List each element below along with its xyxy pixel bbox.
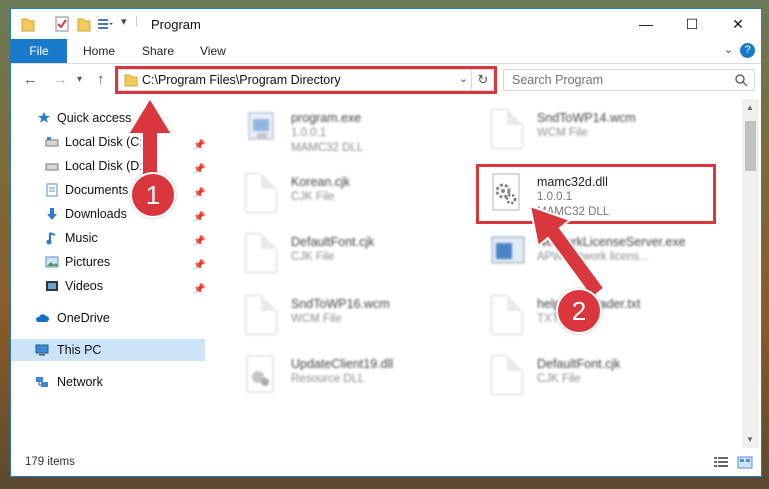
close-button[interactable]: ✕ [715,9,761,39]
scrollbar-thumb[interactable] [745,121,756,171]
sidebar-item-network[interactable]: Network [11,371,205,393]
tab-home[interactable]: Home [83,39,115,63]
properties-icon[interactable] [55,16,69,32]
step-badge-2: 2 [556,288,602,334]
minimize-button[interactable]: — [623,9,669,39]
explorer-window: ▾ | Program — ☐ ✕ File Home Share View ⌄… [10,8,762,477]
sidebar-item-videos[interactable]: Videos 📌 [11,275,205,297]
search-input[interactable] [512,72,722,88]
exe-file-icon [248,112,274,140]
recent-locations-icon[interactable]: ▾ [77,74,82,85]
sidebar-item-onedrive[interactable]: OneDrive [11,307,205,329]
list-item[interactable]: SndToWP14.wcm WCM File [473,105,708,161]
item-count: 179 items [25,456,75,468]
download-icon [47,208,57,220]
window-title: Program [151,17,201,32]
network-icon [36,377,48,387]
list-item[interactable]: program.exe 1.0.0.1 MAMC32 DLL [227,105,462,161]
sidebar-item-this-pc[interactable]: This PC [11,339,205,361]
sidebar-item-pictures[interactable]: Pictures 📌 [11,251,205,273]
folder-icon[interactable] [21,16,35,32]
generic-file-icon [245,295,277,335]
pin-icon[interactable]: 📌 [193,255,205,277]
search-box[interactable] [503,69,755,91]
dll-file-icon [246,355,274,393]
vertical-scrollbar[interactable]: ▲ ▼ [742,99,759,448]
details-view-icon[interactable] [713,456,729,469]
navigation-bar: ← → ▾ ↑ C:\Program Files\Program Directo… [11,64,761,96]
arrow-icon [528,204,606,300]
step-badge-1: 1 [130,172,176,218]
scroll-down-icon[interactable]: ▼ [746,435,754,444]
sidebar-item-music[interactable]: Music 📌 [11,227,205,249]
generic-file-icon [491,295,523,335]
pin-icon[interactable]: 📌 [193,279,205,301]
drive-icon [45,163,59,171]
generic-file-icon [491,109,523,149]
help-button[interactable]: ? [740,43,755,58]
list-item[interactable]: DefaultFont.cjk CJK File [473,351,708,407]
sidebar-item-downloads[interactable]: Downloads 📌 [11,203,205,225]
pin-icon[interactable]: 📌 [193,135,205,157]
list-item[interactable]: DefaultFont.cjk CJK File [227,229,462,285]
maximize-button[interactable]: ☐ [669,9,715,39]
search-icon[interactable] [734,73,748,87]
music-icon [46,232,56,245]
pin-icon[interactable]: 📌 [193,231,205,253]
computer-icon [35,344,49,356]
large-icons-view-icon[interactable] [737,456,753,469]
pin-icon[interactable]: 📌 [193,183,205,205]
scroll-up-icon[interactable]: ▲ [746,103,754,112]
cloud-icon [35,314,49,322]
chevron-down-icon[interactable]: ▾ [121,15,127,31]
status-bar: 179 items [11,450,761,476]
tab-view[interactable]: View [200,39,226,63]
list-item[interactable]: UpdateClient19.dll Resource DLL [227,351,462,407]
pictures-icon [45,256,59,268]
list-item[interactable]: SndToWP16.wcm WCM File [227,291,462,347]
generic-file-icon [491,355,523,395]
new-folder-icon[interactable] [77,16,91,32]
tab-file[interactable]: File [11,39,67,63]
generic-file-icon [245,173,277,213]
star-icon [38,112,50,123]
title-bar: ▾ | Program — ☐ ✕ [11,9,761,39]
documents-icon [46,183,58,197]
up-icon[interactable]: ↑ [97,71,105,88]
videos-icon [46,281,58,291]
expand-ribbon-icon[interactable]: ⌄ [724,43,733,56]
pin-icon[interactable]: 📌 [193,207,205,229]
ribbon-tabs: File Home Share View ⌄ ? [11,39,761,64]
forward-icon[interactable]: → [53,71,68,88]
file-list: program.exe 1.0.0.1 MAMC32 DLL Korean.cj… [217,99,741,448]
pin-icon[interactable]: 📌 [193,159,205,181]
title-divider: | [135,13,139,27]
address-highlight-box [115,66,497,94]
customize-toolbar-icon[interactable] [97,16,113,32]
list-item[interactable]: Korean.cjk CJK File [227,169,462,225]
back-icon[interactable]: ← [23,71,38,88]
tab-share[interactable]: Share [142,39,174,63]
generic-file-icon [245,233,277,273]
drive-icon [45,137,59,147]
